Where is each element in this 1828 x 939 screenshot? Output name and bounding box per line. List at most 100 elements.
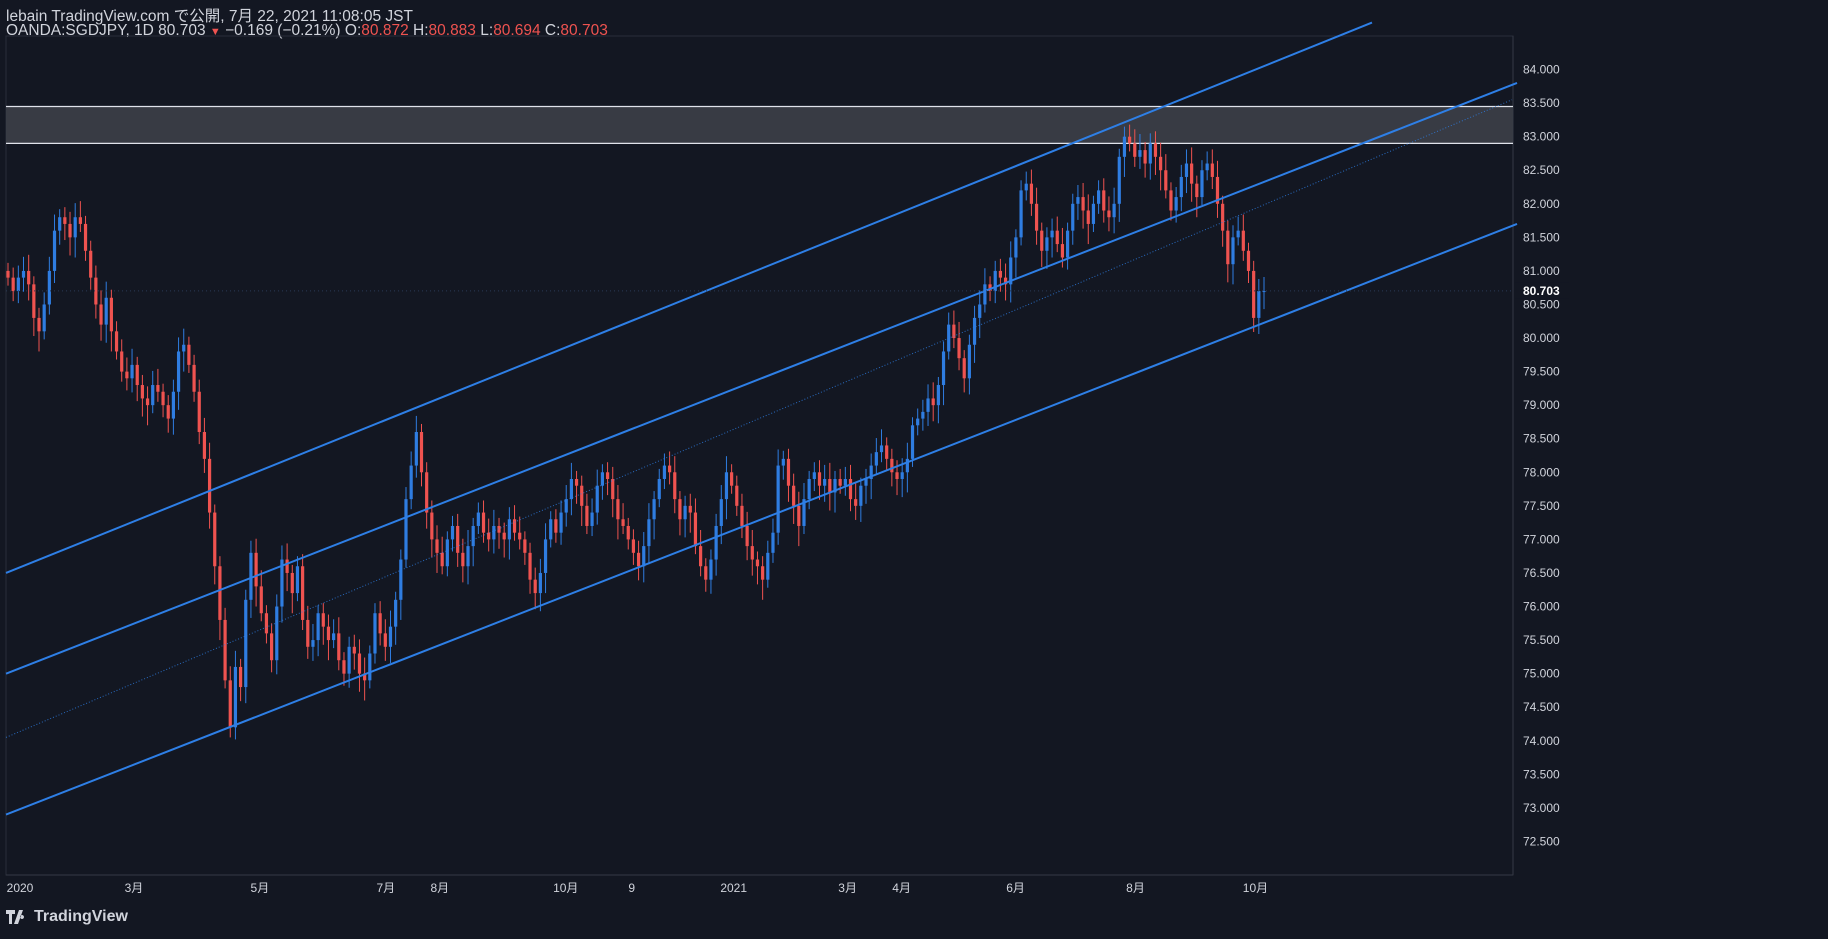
price-tick-label: 84.000 [1523,63,1560,77]
candle [89,250,93,278]
candle [218,566,222,620]
candle [549,519,553,540]
time-tick-label: 4月 [892,881,911,895]
candle [275,606,279,661]
candle [1148,143,1152,164]
candle [823,478,827,486]
candle [1050,230,1054,238]
candle [1133,143,1137,157]
candle [378,613,382,634]
candle [776,465,780,533]
tradingview-logo[interactable]: TradingView [6,908,128,926]
candle [848,478,853,500]
price-tick-label: 78.000 [1523,465,1560,479]
candle [316,613,320,641]
candle [998,270,1002,278]
price-tick-label: 73.000 [1523,801,1560,815]
price-tick-label: 82.500 [1523,163,1560,177]
price-tick-label: 74.500 [1523,700,1560,714]
candle [750,546,754,560]
candle [797,505,801,526]
candle [879,445,884,453]
candle [1231,237,1235,265]
candle [295,566,300,594]
candle [440,552,444,567]
candle [978,304,982,318]
candle [21,270,26,278]
candle [1076,197,1080,204]
candle [306,619,310,647]
candle [1117,156,1121,204]
price-tick-label: 78.500 [1523,432,1560,446]
price-tick-label: 77.000 [1523,532,1560,546]
candle [724,472,729,500]
candle [244,599,248,688]
candle [419,432,424,473]
brand-name: TradingView [34,908,128,925]
candle [962,358,966,379]
candle [156,385,160,392]
channel-line-upper [5,21,1373,574]
candle [270,633,274,661]
candle [595,485,599,513]
candle [585,505,589,526]
price-tick-label: 80.000 [1523,331,1560,345]
candle [854,499,858,506]
candle [1174,197,1178,211]
candle [259,586,263,614]
candle [781,458,785,466]
candle [425,472,429,513]
price-chart[interactable]: 84.000 83.500 83.000 82.500 82.000 81.500 81.0… [0,0,1828,939]
candle [605,472,610,479]
candle [238,666,243,688]
candle [1102,190,1106,211]
candle [512,519,517,533]
candle [342,660,346,674]
candle [145,398,150,406]
candle [58,217,62,231]
candle [838,478,842,486]
candle [1190,163,1194,184]
candle [1221,203,1225,231]
candle [1252,270,1256,318]
price-tick-label: 81.000 [1523,264,1560,278]
candle [32,284,36,318]
candle [745,525,749,547]
candle [481,512,486,533]
candle [936,385,940,406]
candle [78,217,82,224]
candle [616,499,620,520]
candle [114,331,119,352]
candle [52,230,57,271]
candle [1205,163,1209,171]
candle [972,317,977,345]
candle [383,633,387,647]
candle [843,478,847,486]
candle [652,499,656,520]
candle [6,270,10,278]
candle [1065,230,1070,258]
candle [864,478,868,486]
time-tick-label: 8月 [1126,881,1145,895]
candle [590,512,594,526]
channel-line-lower [5,223,1518,816]
price-tick-label: 80.500 [1523,297,1560,311]
candle [1122,136,1127,157]
candle [228,680,232,728]
candle [456,525,460,553]
candle [704,566,708,580]
candle [1112,203,1116,218]
candle [223,619,227,681]
candle [476,512,480,526]
price-tick-label: 83.500 [1523,96,1560,110]
price-tick-label: 83.000 [1523,130,1560,144]
tradingview-logo-icon [6,910,25,924]
candle [523,539,527,553]
time-tick-label: 9 [628,881,635,895]
candle [394,599,398,627]
candle [621,519,625,526]
time-tick-label: 7月 [376,881,395,895]
candle [290,572,294,594]
candle [1024,183,1028,191]
candle [192,364,196,392]
